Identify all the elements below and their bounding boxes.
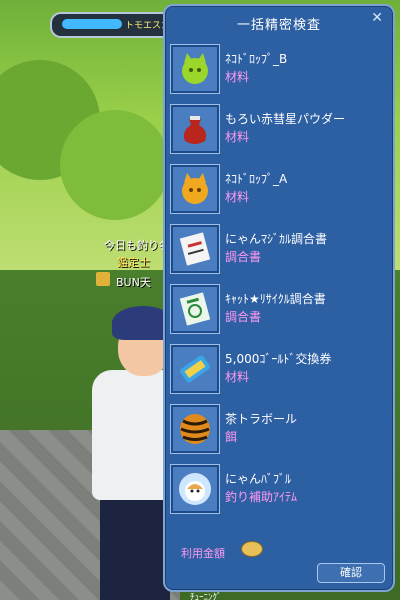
item-name: もろい赤彗星パウダー bbox=[225, 112, 346, 126]
item-category: 材料 bbox=[225, 70, 250, 84]
recycle-scroll-icon bbox=[170, 284, 220, 334]
list-item[interactable]: 茶トラボール 餌 bbox=[170, 402, 388, 462]
item-category: 材料 bbox=[225, 190, 250, 204]
gold-ticket-icon bbox=[170, 344, 220, 394]
list-item[interactable]: にゃんﾏｼﾞｶﾙ調合書 調合書 bbox=[170, 222, 388, 282]
title-text: 鑑定士 bbox=[117, 256, 150, 269]
tiger-ball-icon bbox=[170, 404, 220, 454]
list-item[interactable]: 5,000ｺﾞｰﾙﾄﾞ交換券 材料 bbox=[170, 342, 388, 402]
item-category: 材料 bbox=[225, 370, 250, 384]
confirm-button[interactable]: 確認 bbox=[317, 563, 385, 583]
item-name: にゃんﾊﾞﾌﾞﾙ bbox=[225, 472, 292, 486]
list-item[interactable]: ﾈｺﾄﾞﾛｯﾌﾟ_A 材料 bbox=[170, 162, 388, 222]
character-name: BUN天 bbox=[116, 276, 151, 289]
yellow-cat-drop-icon bbox=[170, 164, 220, 214]
cat-bubble-icon bbox=[170, 464, 220, 514]
tree bbox=[60, 110, 170, 220]
recipe-scroll-icon bbox=[170, 224, 220, 274]
item-name: にゃんﾏｼﾞｶﾙ調合書 bbox=[225, 232, 328, 246]
close-icon[interactable]: ✕ bbox=[371, 10, 383, 26]
hp-fill bbox=[62, 19, 122, 29]
list-item[interactable]: ﾈｺﾄﾞﾛｯﾌﾟ_B 材料 bbox=[170, 42, 388, 102]
item-category: 調合書 bbox=[225, 250, 262, 264]
item-name: 5,000ｺﾞｰﾙﾄﾞ交換券 bbox=[225, 352, 332, 366]
bulk-inspection-dialog: 一括精密検査 ✕ ﾈｺﾄﾞﾛｯﾌﾟ_B 材料 もろい赤彗星パウダー 材料 ﾈｺﾄ… bbox=[163, 4, 395, 592]
item-list: ﾈｺﾄﾞﾛｯﾌﾟ_B 材料 もろい赤彗星パウダー 材料 ﾈｺﾄﾞﾛｯﾌﾟ_A 材… bbox=[170, 42, 388, 522]
chat-text: 今日も釣り名 bbox=[104, 239, 170, 252]
fee-label: 利用金額 bbox=[181, 547, 225, 560]
item-category: 餌 bbox=[225, 430, 238, 444]
trophy-icon bbox=[96, 272, 110, 286]
item-category: 釣り補助ｱｲﾃﾑ bbox=[225, 490, 298, 504]
green-cat-drop-icon bbox=[170, 44, 220, 94]
character-legs bbox=[100, 495, 170, 600]
red-powder-bag-icon bbox=[170, 104, 220, 154]
item-name: ﾈｺﾄﾞﾛｯﾌﾟ_B bbox=[225, 52, 288, 66]
list-item[interactable]: もろい赤彗星パウダー 材料 bbox=[170, 102, 388, 162]
item-category: 調合書 bbox=[225, 310, 262, 324]
coin-icon bbox=[241, 541, 263, 557]
item-name: ｷｬｯﾄ★ﾘｻｲｸﾙ調合書 bbox=[225, 292, 326, 306]
item-name: 茶トラボール bbox=[225, 412, 298, 426]
dialog-title: 一括精密検査 bbox=[236, 18, 321, 33]
item-category: 材料 bbox=[225, 130, 250, 144]
item-name: ﾈｺﾄﾞﾛｯﾌﾟ_A bbox=[225, 172, 288, 186]
list-item[interactable]: にゃんﾊﾞﾌﾞﾙ 釣り補助ｱｲﾃﾑ bbox=[170, 462, 388, 522]
list-item[interactable]: ｷｬｯﾄ★ﾘｻｲｸﾙ調合書 調合書 bbox=[170, 282, 388, 342]
